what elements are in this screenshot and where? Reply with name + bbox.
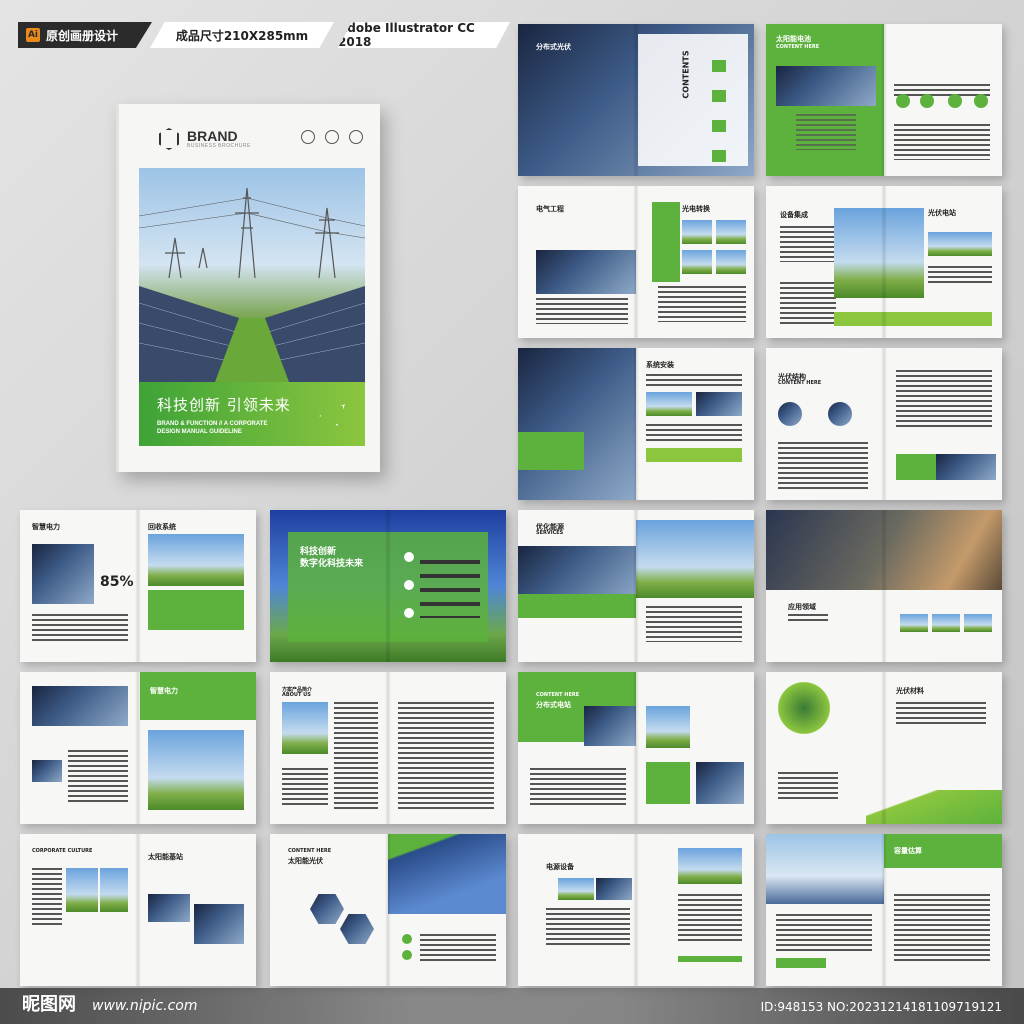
spread-16: CONTENT HERE 太阳能光伏 <box>270 834 506 986</box>
watermark-url: www.nipic.com <box>92 998 198 1014</box>
spread-1: 分布式光伏 CONTENTS <box>518 24 754 176</box>
spread-9: 优化能源 SERVICES <box>518 510 754 662</box>
cover-subline: BRAND & FUNCTION // A CORPORATE DESIGN M… <box>157 421 268 435</box>
spread-17: 电源设备 <box>518 834 754 986</box>
spread-4: 设备集成 光伏电站 <box>766 186 1002 338</box>
watermark-logo: 昵图网 <box>22 994 76 1015</box>
cover-green-band: 科技创新 引领未来 BRAND & FUNCTION // A CORPORAT… <box>139 382 365 446</box>
spread-18: 容量估算 <box>766 834 1002 986</box>
mail-icon <box>349 130 363 144</box>
spread-15-title-2: 太阳能基站 <box>148 853 183 861</box>
solar-field-illustration <box>139 187 365 382</box>
spread-10-title: 应用领域 <box>788 603 816 611</box>
spread-14: 光伏材料 <box>766 672 1002 824</box>
spread-7: 智慧电力 85% 回收系统 <box>20 510 256 662</box>
spread-1-contents: CONTENTS <box>681 50 691 99</box>
spread-14-title: 光伏材料 <box>896 687 924 695</box>
pin-icon <box>325 130 339 144</box>
brand-subtitle: BUSINESS BROCHURE <box>187 143 251 149</box>
spread-6: 光伏结构 CONTENT HERE <box>766 348 1002 500</box>
brand-title: BRAND <box>187 128 238 144</box>
stat-85: 85% <box>100 574 134 590</box>
cover-headline: 科技创新 引领未来 <box>157 396 291 414</box>
illustrator-icon: Ai <box>26 28 40 42</box>
spread-5: 系统安装 <box>518 348 754 500</box>
software-tag: Ai 原创画册设计 <box>18 22 152 48</box>
spread-7-title-2: 回收系统 <box>148 523 176 531</box>
spread-8: 科技创新 数字化科技未来 <box>270 510 506 662</box>
spread-3-title-2: 光电转换 <box>682 205 710 213</box>
home-icon <box>301 130 315 144</box>
watermark-id: ID:948153 NO:20231214181109719121 <box>760 1000 1002 1014</box>
brochure-cover: BRAND BUSINESS BROCHURE 科技创新 引领未来 BRAND … <box>116 104 380 472</box>
brand-logo: BRAND BUSINESS BROCHURE <box>159 128 251 150</box>
cover-photo <box>139 168 365 382</box>
spread-10: 应用领域 <box>766 510 1002 662</box>
size-tag: 成品尺寸210X285mm <box>150 22 334 48</box>
spread-2: 太阳能电池 CONTENT HERE <box>766 24 1002 176</box>
spread-13: CONTENT HERE 分布式电站 <box>518 672 754 824</box>
version-tag: Adobe Illustrator CC 2018 <box>338 22 510 48</box>
spread-2-title: 太阳能电池 <box>776 35 811 43</box>
version-label: Adobe Illustrator CC 2018 <box>338 21 475 49</box>
spread-3: 电气工程 光电转换 <box>518 186 754 338</box>
spread-17-title: 电源设备 <box>546 863 574 871</box>
spread-3-title: 电气工程 <box>536 205 564 213</box>
spread-7-title: 智慧电力 <box>32 523 60 531</box>
spread-11: 智慧电力 <box>20 672 256 824</box>
spread-1-title: 分布式光伏 <box>536 43 571 51</box>
software-label: 原创画册设计 <box>46 28 119 43</box>
spread-5-title: 系统安装 <box>646 361 674 369</box>
size-label: 成品尺寸210X285mm <box>175 28 309 43</box>
paper-plane-icon <box>319 404 345 426</box>
hexagon-icon <box>159 128 179 150</box>
spread-18-title: 容量估算 <box>894 847 922 855</box>
spread-13-title: CONTENT HERE <box>536 692 580 698</box>
spread-15: CORPORATE CULTURE 太阳能基站 <box>20 834 256 986</box>
spread-11-title: 智慧电力 <box>150 687 178 695</box>
spread-4-title: 设备集成 <box>780 211 808 219</box>
spread-16-title: CONTENT HERE <box>288 848 332 854</box>
spread-15-title: CORPORATE CULTURE <box>32 848 93 854</box>
spread-4-title-2: 光伏电站 <box>928 209 956 217</box>
spread-12: 方案产品简介 ABOUT US <box>270 672 506 824</box>
